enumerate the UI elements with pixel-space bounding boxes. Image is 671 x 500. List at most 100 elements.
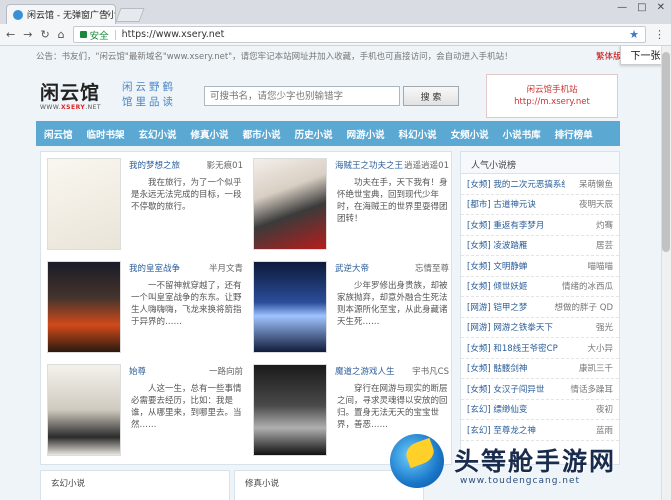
nav-item[interactable]: 闲云馆 <box>44 127 73 141</box>
ranking-title: 人气小说榜 <box>461 152 619 174</box>
book-description: 少年罗修出身贵族，却被家族抛弃，却意外融合生死法则本源所化至宝，从此身藏诸天生死… <box>337 281 448 327</box>
nav-item[interactable]: 修真小说 <box>191 127 229 141</box>
book-author[interactable]: 半月文青 <box>209 262 243 274</box>
url-text: https://www.xsery.net <box>121 29 225 40</box>
tab-close-icon[interactable]: × <box>103 8 111 19</box>
secure-label: 安全 <box>89 30 109 42</box>
search-button[interactable]: 搜 索 <box>403 86 459 106</box>
announcement: 公告：书友们，"闲云馆"最新域名"www.xsery.net"，请您牢记本站网址… <box>36 52 513 62</box>
book-author[interactable]: 忘情至尊 <box>415 262 449 274</box>
ranking-author[interactable]: 情话多躁耳 <box>570 383 613 395</box>
ranking-row: [女频] 倾世妖姬 情绪的冰西瓜 <box>461 277 619 297</box>
book-author[interactable]: 宇书凡CS <box>412 365 449 377</box>
browser-tab-bar: 闲云馆 - 无弹窗广告小说 × — □ ✕ <box>0 0 671 24</box>
book-cover[interactable] <box>253 158 327 250</box>
maximize-icon[interactable]: □ <box>637 2 646 13</box>
ranking-author[interactable]: 康凯三千 <box>579 362 613 374</box>
home-icon[interactable]: ⌂ <box>58 28 65 41</box>
ranking-book-title[interactable]: [女频] 女汉子闯异世 <box>467 383 544 395</box>
nav-item[interactable]: 都市小说 <box>243 127 281 141</box>
ranking-row: [都市] 古道神元诀 夜明天辰 <box>461 195 619 215</box>
nav-item[interactable]: 小说书库 <box>503 127 541 141</box>
watermark: 头等舱手游网 www.toudengcang.net <box>376 412 671 500</box>
ranking-book-title[interactable]: [女频] 骷髅剑神 <box>467 362 527 374</box>
book-cover[interactable] <box>47 261 121 353</box>
book-cover[interactable] <box>47 364 121 456</box>
book-card: 始尊 一路向前 人这一生，总有一些事情必需要去经历，比如：我是谁，从哪里来，到哪里去… <box>41 358 245 458</box>
nav-item[interactable]: 科幻小说 <box>399 127 437 141</box>
book-title[interactable]: 海贼王之功夫之王 <box>335 159 403 171</box>
back-icon[interactable]: ← <box>6 28 15 41</box>
ranking-book-title[interactable]: [女频] 文明静蝉 <box>467 260 527 272</box>
nav-item[interactable]: 历史小说 <box>295 127 333 141</box>
watermark-title: 头等舱手游网 <box>454 447 617 476</box>
ranking-author[interactable]: 灼骞 <box>596 219 613 231</box>
ranking-row: [女频] 女汉子闯异世 情话多躁耳 <box>461 379 619 400</box>
book-author[interactable]: 影无痕01 <box>207 159 243 171</box>
ranking-author[interactable]: 居芸 <box>596 239 613 251</box>
ranking-book-title[interactable]: [网游] 铠甲之梦 <box>467 301 527 313</box>
ranking-author[interactable]: 情绪的冰西瓜 <box>562 280 613 292</box>
forward-icon[interactable]: → <box>23 28 32 41</box>
ranking-row: [女频] 文明静蝉 喵喵喵 <box>461 256 619 277</box>
ranking-book-title[interactable]: [女频] 倾世妖姬 <box>467 280 527 292</box>
ranking-book-title[interactable]: [都市] 古道神元诀 <box>467 198 536 210</box>
book-author[interactable]: 逍遥逍遥01 <box>404 159 449 171</box>
secure-indicator[interactable]: 安全 <box>79 28 109 42</box>
fantasy-section: 玄幻小说 <box>40 470 230 500</box>
book-description: 功夫在手，天下我有！身怀绝世宝典，回到现代少年时，在海贼王的世界里耍得团团转！ <box>337 178 448 224</box>
divider <box>114 29 116 40</box>
window-controls: — □ ✕ <box>617 2 665 13</box>
ranking-book-title[interactable]: [网游] 网游之铁拳天下 <box>467 321 553 333</box>
new-tab-button[interactable] <box>115 8 145 22</box>
book-cover[interactable] <box>253 364 327 456</box>
mobile-site-box[interactable]: 闲云馆手机站 http://m.xsery.net <box>486 74 618 118</box>
nav-item[interactable]: 排行榜单 <box>555 127 593 141</box>
book-description: 一不留神就穿越了，还有一个叫皇室战争的东东。让野生人嗨嗨嗨，飞龙来换将箭指于异界… <box>131 281 242 327</box>
minimize-icon[interactable]: — <box>617 2 627 13</box>
ranking-row: [女频] 骷髅剑神 康凯三千 <box>461 359 619 379</box>
browser-menu-icon[interactable]: ⋮ <box>654 28 665 41</box>
book-cover[interactable] <box>253 261 327 353</box>
site-header: 闲云馆 WWW.XSERY.NET 闲云野鹤 馆里品读 搜 索 闲云馆手机站 h… <box>36 68 626 120</box>
ranking-row: [网游] 网游之铁拳天下 强光 <box>461 318 619 338</box>
scrollbar-thumb[interactable] <box>662 52 670 252</box>
site-logo-domain: WWW.XSERY.NET <box>40 104 102 111</box>
ranking-book-title[interactable]: [女频] 凌波踏雁 <box>467 239 527 251</box>
nav-item[interactable]: 网游小说 <box>347 127 385 141</box>
nav-item[interactable]: 女频小说 <box>451 127 489 141</box>
ranking-author[interactable]: 夜明天辰 <box>579 198 613 210</box>
address-bar: ← → ↻ ⌂ 安全 https://www.xsery.net ★ ⋮ <box>0 24 671 46</box>
ranking-row: [女频] 凌波踏雁 居芸 <box>461 236 619 256</box>
book-author[interactable]: 一路向前 <box>209 365 243 377</box>
ranking-book-title[interactable]: [女频] 和18线王爷密CP <box>467 342 558 354</box>
book-card: 海贼王之功夫之王 逍遥逍遥01 功夫在手，天下我有！身怀绝世宝典，回到现代少年时，在… <box>247 152 451 252</box>
ranking-author[interactable]: 呆萌懒鱼 <box>579 178 613 190</box>
site-slogan: 闲云野鹤 馆里品读 <box>122 81 176 108</box>
book-title[interactable]: 武逆大帝 <box>335 262 369 274</box>
browser-tab[interactable]: 闲云馆 - 无弹窗广告小说 × <box>6 4 116 24</box>
book-title[interactable]: 始尊 <box>129 365 146 377</box>
book-description: 我在旅行，为了一个似乎是永远无法完成的目标，一段不停歇的旅行。 <box>131 178 242 212</box>
book-cover[interactable] <box>47 158 121 250</box>
ranking-author[interactable]: 想做的胖子 QD <box>555 301 613 313</box>
nav-item[interactable]: 玄幻小说 <box>139 127 177 141</box>
close-window-icon[interactable]: ✕ <box>657 2 665 13</box>
book-title[interactable]: 我的皇室战争 <box>129 262 180 274</box>
url-field[interactable]: 安全 https://www.xsery.net ★ <box>72 26 646 43</box>
site-logo[interactable]: 闲云馆 <box>40 78 100 105</box>
traditional-chinese-link[interactable]: 繁体版 <box>596 50 622 62</box>
ranking-book-title[interactable]: [女频] 重返有李梦月 <box>467 219 544 231</box>
book-title[interactable]: 魔道之游戏人生 <box>335 365 395 377</box>
ranking-book-title[interactable]: [女频] 我的二次元恶搞系统 <box>467 178 565 190</box>
nav-item[interactable]: 临时书架 <box>87 127 125 141</box>
book-card: 我的梦想之旅 影无痕01 我在旅行，为了一个似乎是永远无法完成的目标，一段不停歇的旅… <box>41 152 245 252</box>
ranking-author[interactable]: 喵喵喵 <box>587 260 613 272</box>
bookmark-star-icon[interactable]: ★ <box>629 28 639 41</box>
ranking-author[interactable]: 大小异 <box>587 342 613 354</box>
ranking-row: [网游] 铠甲之梦 想做的胖子 QD <box>461 297 619 318</box>
ranking-author[interactable]: 强光 <box>596 321 613 333</box>
reload-icon[interactable]: ↻ <box>40 28 49 41</box>
book-title[interactable]: 我的梦想之旅 <box>129 159 180 171</box>
search-input[interactable] <box>204 86 400 106</box>
